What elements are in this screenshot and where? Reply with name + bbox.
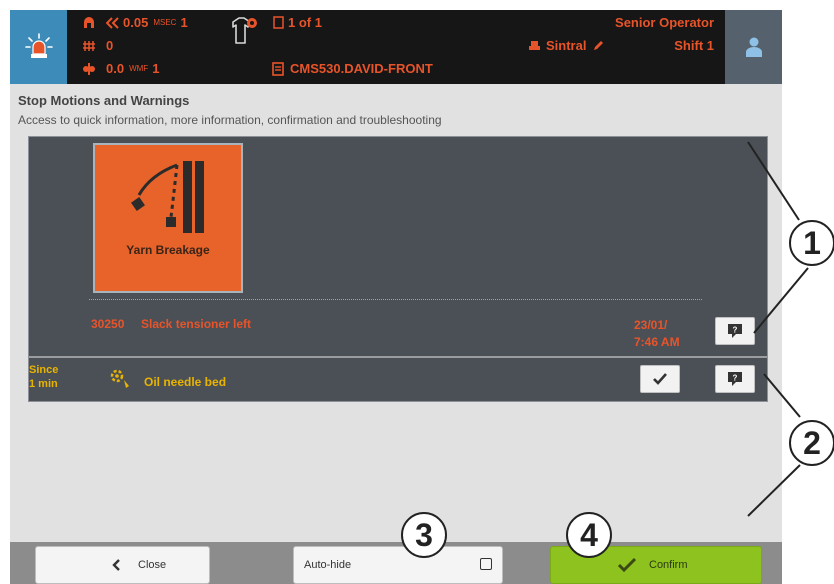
- user-icon: [745, 37, 762, 57]
- close-button[interactable]: Close: [35, 546, 210, 584]
- action-bar: Close Auto-hide Confirm: [10, 542, 782, 584]
- callout-4: 4: [566, 512, 612, 558]
- status-bar: 0.05 MSEC 1 0 0.0 WMF 1 1 of 1 CMS530.DA…: [10, 10, 782, 84]
- garment-settings-icon: [232, 17, 257, 44]
- confirm-label: Confirm: [649, 559, 688, 571]
- takedown-unit: WMF: [129, 64, 149, 73]
- program-name: CMS530.DAVID-FRONT: [290, 61, 433, 76]
- speed-arrows-icon: [106, 16, 119, 29]
- callout-1: 1: [789, 220, 834, 266]
- takedown-count: 1: [152, 61, 160, 76]
- pencil-icon: [594, 41, 604, 50]
- alarm-beacon-icon: [24, 33, 53, 58]
- warning-message: Oil needle bed: [144, 375, 227, 389]
- speed-value: 0.05: [123, 15, 149, 30]
- pattern-page-icon: [273, 16, 284, 29]
- yarn-breakage-tile[interactable]: Yarn Breakage: [93, 143, 243, 293]
- warning-since: Since 1 min: [29, 363, 77, 391]
- separator: [89, 299, 702, 300]
- since-duration: 1 min: [29, 378, 58, 390]
- help-bubble-icon: ?: [728, 324, 742, 338]
- takedown-icon: [83, 62, 95, 75]
- speed-count: 1: [180, 15, 188, 30]
- stop-motion-date: 23/01/: [634, 318, 668, 332]
- tile-label: Yarn Breakage: [126, 243, 210, 257]
- svg-text:?: ?: [733, 326, 738, 335]
- machine-icon: [529, 41, 540, 50]
- speed-unit: MSEC: [153, 18, 177, 27]
- yarn-status: 0: [82, 38, 113, 53]
- shift-label: Shift 1: [674, 38, 714, 53]
- speed-status: 0.05 MSEC 1: [82, 15, 188, 30]
- chevron-left-icon: [112, 559, 120, 571]
- pattern-count: 1 of 1: [288, 15, 322, 30]
- stop-motion-timestamp: 23/01/ 7:46 AM: [634, 317, 680, 351]
- svg-text:?: ?: [733, 374, 738, 383]
- stop-motion-time: 7:46 AM: [634, 335, 680, 349]
- warning-confirm-button[interactable]: [640, 365, 680, 393]
- takedown-status: 0.0 WMF 1: [82, 61, 159, 76]
- knitting-head-icon: [84, 16, 94, 28]
- stop-motion-panel: Yarn Breakage 30250 Slack tensioner left…: [28, 136, 768, 402]
- callout-3: 3: [401, 512, 447, 558]
- page-subtitle: Access to quick information, more inform…: [18, 113, 442, 127]
- auto-hide-checkbox[interactable]: [480, 558, 492, 570]
- warning-help-button[interactable]: ?: [715, 365, 755, 393]
- yarn-breakage-icon: [131, 161, 204, 233]
- stop-motion-message: Slack tensioner left: [141, 317, 252, 331]
- oil-warning-icon: [110, 369, 129, 388]
- takedown-value: 0.0: [106, 61, 125, 76]
- stop-motion-help-button[interactable]: ?: [715, 317, 755, 345]
- auto-hide-toggle[interactable]: Auto-hide: [293, 546, 503, 584]
- checkmark-icon: [617, 557, 637, 573]
- program-file-icon: [272, 61, 284, 76]
- software-status: Sintral: [528, 38, 605, 53]
- alarm-button[interactable]: [10, 10, 67, 84]
- panel-divider: [29, 356, 767, 358]
- stop-motion-code: 30250: [91, 317, 125, 331]
- help-bubble-icon: ?: [728, 372, 742, 386]
- stop-motion-screen: 0.05 MSEC 1 0 0.0 WMF 1 1 of 1 CMS530.DA…: [10, 10, 782, 584]
- pattern-status: 1 of 1: [273, 15, 322, 30]
- yarn-icon: [83, 40, 95, 51]
- callout-2: 2: [789, 420, 834, 466]
- checkmark-icon: [653, 373, 667, 385]
- software-name: Sintral: [546, 38, 587, 53]
- close-label: Close: [138, 559, 167, 571]
- operator-role: Senior Operator: [615, 15, 714, 30]
- page-title: Stop Motions and Warnings: [18, 93, 190, 108]
- yarn-value: 0: [106, 38, 114, 53]
- program-status: CMS530.DAVID-FRONT: [272, 61, 433, 76]
- since-label: Since: [29, 364, 59, 376]
- user-button[interactable]: [725, 10, 782, 84]
- auto-hide-label: Auto-hide: [304, 559, 352, 571]
